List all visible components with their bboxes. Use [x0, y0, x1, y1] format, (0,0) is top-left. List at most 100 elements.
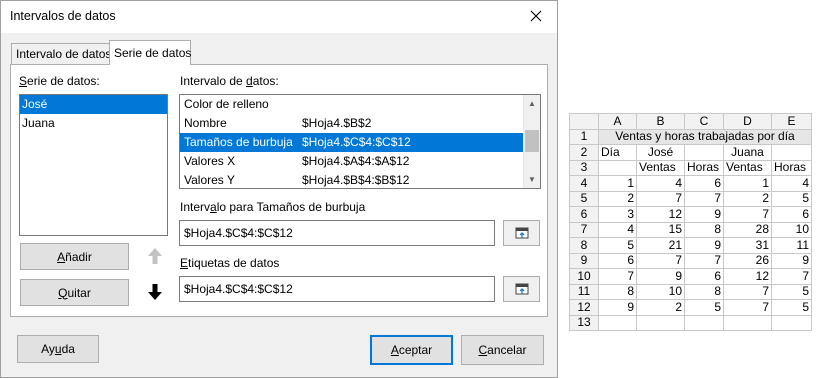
cell[interactable]: 6	[684, 175, 724, 192]
series-list-item[interactable]: José	[20, 95, 167, 114]
cell[interactable]: 26	[723, 252, 772, 269]
row-header[interactable]: 9	[569, 252, 599, 269]
cell[interactable]: 6	[684, 268, 724, 285]
cell[interactable]	[771, 144, 812, 161]
data-range-row[interactable]: Nombre $Hoja4.$B$2	[180, 114, 540, 133]
cell[interactable]: 31	[723, 237, 772, 254]
cell[interactable]: Ventas	[723, 159, 772, 176]
data-range-row[interactable]: Color de relleno	[180, 95, 540, 114]
data-range-row[interactable]: Valores X $Hoja4.$A$4:$A$12	[180, 152, 540, 171]
cell[interactable]: Horas	[684, 159, 724, 176]
row-header[interactable]: 7	[569, 221, 599, 238]
cell[interactable]: 5	[771, 190, 812, 207]
move-down-button[interactable]	[143, 279, 167, 305]
tab-data-range[interactable]: Intervalo de datos	[11, 43, 111, 65]
scroll-up-icon[interactable]: ▲	[524, 95, 540, 112]
cell[interactable]: 4	[598, 221, 637, 238]
row-header[interactable]: 5	[569, 190, 599, 207]
cell[interactable]: 12	[723, 268, 772, 285]
cell[interactable]: 8	[684, 283, 724, 300]
cell[interactable]: 9	[684, 206, 724, 223]
column-header[interactable]: C	[684, 113, 724, 130]
cell[interactable]	[684, 144, 724, 161]
cell[interactable]: 15	[636, 221, 685, 238]
cell[interactable]: 1	[723, 175, 772, 192]
row-header[interactable]: 6	[569, 206, 599, 223]
cell[interactable]: Día	[598, 144, 637, 161]
data-range-row[interactable]: Valores Y $Hoja4.$B$4:$B$12	[180, 171, 540, 188]
cell[interactable]: Juana	[723, 144, 772, 161]
row-header[interactable]: 11	[569, 283, 599, 300]
cell[interactable]	[598, 314, 637, 331]
scroll-down-icon[interactable]: ▼	[524, 171, 540, 188]
column-header[interactable]: A	[598, 113, 637, 130]
cell[interactable]: 5	[771, 299, 812, 316]
sheet-title-cell[interactable]: Ventas y horas trabajadas por día	[598, 128, 812, 145]
cell[interactable]: 7	[636, 252, 685, 269]
cell[interactable]: 9	[771, 252, 812, 269]
row-header[interactable]: 8	[569, 237, 599, 254]
cell[interactable]: 7	[684, 190, 724, 207]
cell[interactable]: José	[636, 144, 685, 161]
series-listbox[interactable]: José Juana	[19, 94, 168, 236]
tab-data-series[interactable]: Serie de datos	[109, 40, 191, 65]
cell[interactable]: 7	[723, 299, 772, 316]
move-up-button[interactable]	[143, 243, 167, 269]
column-header[interactable]: B	[636, 113, 685, 130]
cell[interactable]: 12	[636, 206, 685, 223]
help-button[interactable]: Ayuda	[17, 335, 99, 363]
cell[interactable]: 10	[636, 283, 685, 300]
cell[interactable]: 5	[771, 283, 812, 300]
cell[interactable]: 9	[636, 268, 685, 285]
select-range-button[interactable]	[503, 220, 540, 246]
close-button[interactable]	[523, 4, 549, 28]
column-header[interactable]: E	[771, 113, 812, 130]
cell[interactable]: 28	[723, 221, 772, 238]
row-header[interactable]: 12	[569, 299, 599, 316]
cell[interactable]: 6	[771, 206, 812, 223]
scroll-thumb[interactable]	[525, 130, 539, 152]
cell[interactable]: 7	[636, 190, 685, 207]
ok-button[interactable]: Aceptar	[370, 335, 453, 365]
ranges-scrollbar[interactable]: ▲ ▼	[523, 95, 540, 188]
row-header[interactable]: 2	[569, 144, 599, 161]
cell[interactable]	[598, 159, 637, 176]
cell[interactable]: 7	[598, 268, 637, 285]
range-for-input[interactable]: $Hoja4.$C$4:$C$12	[179, 220, 495, 246]
cell[interactable]: 5	[598, 237, 637, 254]
cell[interactable]: 3	[598, 206, 637, 223]
cell[interactable]: 11	[771, 237, 812, 254]
column-header[interactable]: D	[723, 113, 772, 130]
cell[interactable]: 2	[598, 190, 637, 207]
cell[interactable]: 4	[636, 175, 685, 192]
cell[interactable]: 5	[684, 299, 724, 316]
row-header[interactable]: 10	[569, 268, 599, 285]
cell[interactable]	[636, 314, 685, 331]
row-header[interactable]: 13	[569, 314, 599, 331]
cell[interactable]: 8	[598, 283, 637, 300]
remove-button[interactable]: Quitar	[20, 279, 129, 306]
cell[interactable]	[684, 314, 724, 331]
cell[interactable]: 1	[598, 175, 637, 192]
series-list-item[interactable]: Juana	[20, 114, 167, 133]
select-data-labels-button[interactable]	[503, 276, 540, 302]
cell[interactable]: 7	[723, 283, 772, 300]
cell[interactable]: 7	[723, 206, 772, 223]
cell[interactable]: 10	[771, 221, 812, 238]
cell[interactable]: 6	[598, 252, 637, 269]
data-ranges-listbox[interactable]: Color de relleno Nombre $Hoja4.$B$2 Tamaños…	[179, 94, 541, 189]
cell[interactable]: 9	[684, 237, 724, 254]
add-button[interactable]: Añadir	[20, 243, 129, 270]
cell[interactable]: 8	[684, 221, 724, 238]
cell[interactable]	[723, 314, 772, 331]
cell[interactable]	[771, 314, 812, 331]
cell[interactable]: 2	[636, 299, 685, 316]
row-header[interactable]: 3	[569, 159, 599, 176]
data-labels-input[interactable]: $Hoja4.$C$4:$C$12	[179, 276, 495, 302]
row-header[interactable]: 4	[569, 175, 599, 192]
cancel-button[interactable]: Cancelar	[461, 335, 544, 365]
row-header[interactable]: 1	[569, 128, 599, 145]
cell[interactable]: Ventas	[636, 159, 685, 176]
data-range-row[interactable]: Tamaños de burbuja $Hoja4.$C$4:$C$12	[180, 133, 524, 152]
cell[interactable]: 7	[684, 252, 724, 269]
